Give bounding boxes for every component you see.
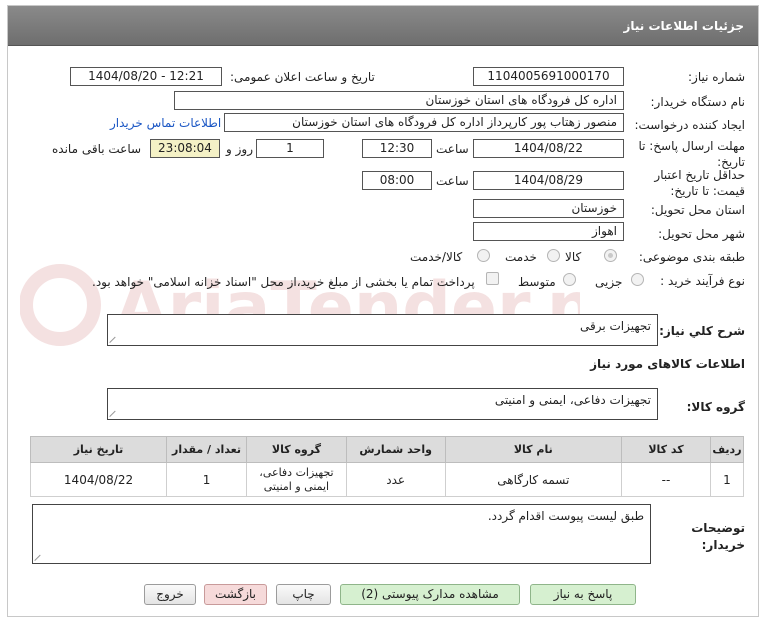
buyer-field: اداره کل فرودگاه های استان خوزستان	[174, 91, 624, 110]
print-button[interactable]: چاپ	[276, 584, 331, 605]
category-option-goods: کالا	[565, 250, 582, 264]
validity-time-field: 08:00	[362, 171, 432, 190]
buyer-label: نام دستگاه خریدار:	[650, 95, 746, 109]
buyer-notes-textarea[interactable]: طبق لیست پیوست اقدام گردد.	[32, 504, 651, 564]
resize-handle-icon[interactable]	[110, 335, 118, 343]
description-textarea[interactable]: تجهیزات برقی	[107, 314, 658, 346]
province-label: استان محل تحویل:	[650, 203, 745, 217]
table-header-row: ردیف کد کالا نام کالا واحد شمارش گروه کا…	[29, 436, 745, 463]
resize-handle-icon[interactable]	[110, 409, 118, 417]
col-row-number: ردیف	[709, 436, 745, 463]
col-goods-group: گروه کالا	[246, 436, 347, 463]
resize-handle-icon[interactable]	[35, 553, 43, 561]
col-item-code: کد کالا	[621, 436, 711, 463]
cell-quantity: 1	[166, 462, 248, 497]
validity-date-field: 1404/08/29	[473, 171, 624, 190]
cell-goods-group: تجهیزات دفاعی، ایمنی و امنیتی	[246, 462, 347, 497]
category-radio-goods-service[interactable]	[477, 249, 490, 262]
back-button[interactable]: بازگشت	[204, 584, 267, 605]
goods-group-label: گروه کالا:	[686, 400, 745, 414]
process-radio-medium[interactable]	[563, 273, 576, 286]
process-radio-minor[interactable]	[631, 273, 644, 286]
days-label: روز و	[226, 142, 253, 156]
category-label: طبقه بندی موضوعی:	[638, 250, 745, 264]
process-option-minor: جزیی	[595, 275, 623, 289]
process-label: نوع فرآیند خرید :	[660, 274, 745, 288]
table-row: 1 -- تسمه کارگاهی عدد تجهیزات دفاعی، ایم…	[29, 462, 745, 497]
need-number-field: 1104005691000170	[473, 67, 624, 86]
description-label: شرح کلي نياز:	[659, 324, 745, 338]
remaining-time-field: 23:08:04	[150, 139, 220, 158]
province-field: خوزستان	[473, 199, 624, 218]
cell-item-name: تسمه کارگاهی	[444, 462, 623, 497]
city-label: شهر محل تحویل:	[658, 227, 745, 241]
goods-group-textarea[interactable]: تجهیزات دفاعی، ایمنی و امنیتی	[107, 388, 658, 420]
category-radio-goods[interactable]	[604, 249, 617, 262]
col-need-date: تاریخ نیاز	[29, 436, 168, 463]
exit-button[interactable]: خروج	[144, 584, 196, 605]
col-unit: واحد شمارش	[345, 436, 446, 463]
treasury-payment-note: پرداخت تمام یا بخشی از مبلغ خرید،از محل …	[92, 275, 475, 289]
view-attachments-button[interactable]: مشاهده مدارک پیوستی (2)	[340, 584, 520, 605]
reply-time-label: ساعت	[436, 142, 469, 156]
reply-to-need-button[interactable]: پاسخ به نیاز	[530, 584, 636, 605]
announce-datetime-field: 1404/08/20 - 12:21	[70, 67, 222, 86]
cell-need-date: 1404/08/22	[29, 462, 168, 497]
goods-section-title: اطلاعات کالاهای مورد نیاز	[590, 357, 745, 371]
creator-label: ایجاد کننده درخواست:	[634, 118, 745, 132]
days-remaining-field: 1	[256, 139, 324, 158]
description-text: تجهیزات برقی	[579, 319, 651, 333]
creator-field: منصور زهتاب پور کارپرداز اداره کل فرودگا…	[224, 113, 624, 132]
remaining-time-label: ساعت باقی مانده	[52, 142, 142, 156]
col-quantity: تعداد / مقدار	[166, 436, 248, 463]
category-option-goods-service: کالا/خدمت	[410, 250, 463, 264]
col-item-name: نام کالا	[444, 436, 623, 463]
panel-title: جزئیات اطلاعات نیاز	[623, 19, 744, 33]
contact-buyer-link[interactable]: اطلاعات تماس خریدار	[110, 116, 221, 130]
city-field: اهواز	[473, 222, 624, 241]
announce-label: تاریخ و ساعت اعلان عمومی:	[230, 70, 375, 84]
cell-unit: عدد	[345, 462, 446, 497]
reply-deadline-label: مهلت ارسال پاسخ: تا تاریخ:	[638, 139, 745, 169]
need-number-label: شماره نیاز:	[688, 70, 745, 84]
goods-table: ردیف کد کالا نام کالا واحد شمارش گروه کا…	[29, 436, 745, 497]
category-option-service: خدمت	[505, 250, 537, 264]
validity-time-label: ساعت	[436, 174, 469, 188]
goods-group-text: تجهیزات دفاعی، ایمنی و امنیتی	[494, 393, 651, 407]
reply-date-field: 1404/08/22	[473, 139, 624, 158]
reply-time-field: 12:30	[362, 139, 432, 158]
process-option-medium: متوسط	[518, 275, 556, 289]
price-validity-label: حداقل تاریخ اعتبار قیمت: تا تاریخ:	[654, 168, 745, 198]
cell-item-code: --	[621, 462, 711, 497]
category-radio-service[interactable]	[547, 249, 560, 262]
buyer-notes-text: طبق لیست پیوست اقدام گردد.	[487, 509, 644, 523]
panel-titlebar: جزئیات اطلاعات نیاز	[8, 6, 758, 46]
buyer-notes-label: توضیحات خریدار:	[691, 521, 745, 552]
cell-row-number: 1	[709, 462, 745, 497]
treasury-payment-checkbox[interactable]	[486, 272, 499, 285]
